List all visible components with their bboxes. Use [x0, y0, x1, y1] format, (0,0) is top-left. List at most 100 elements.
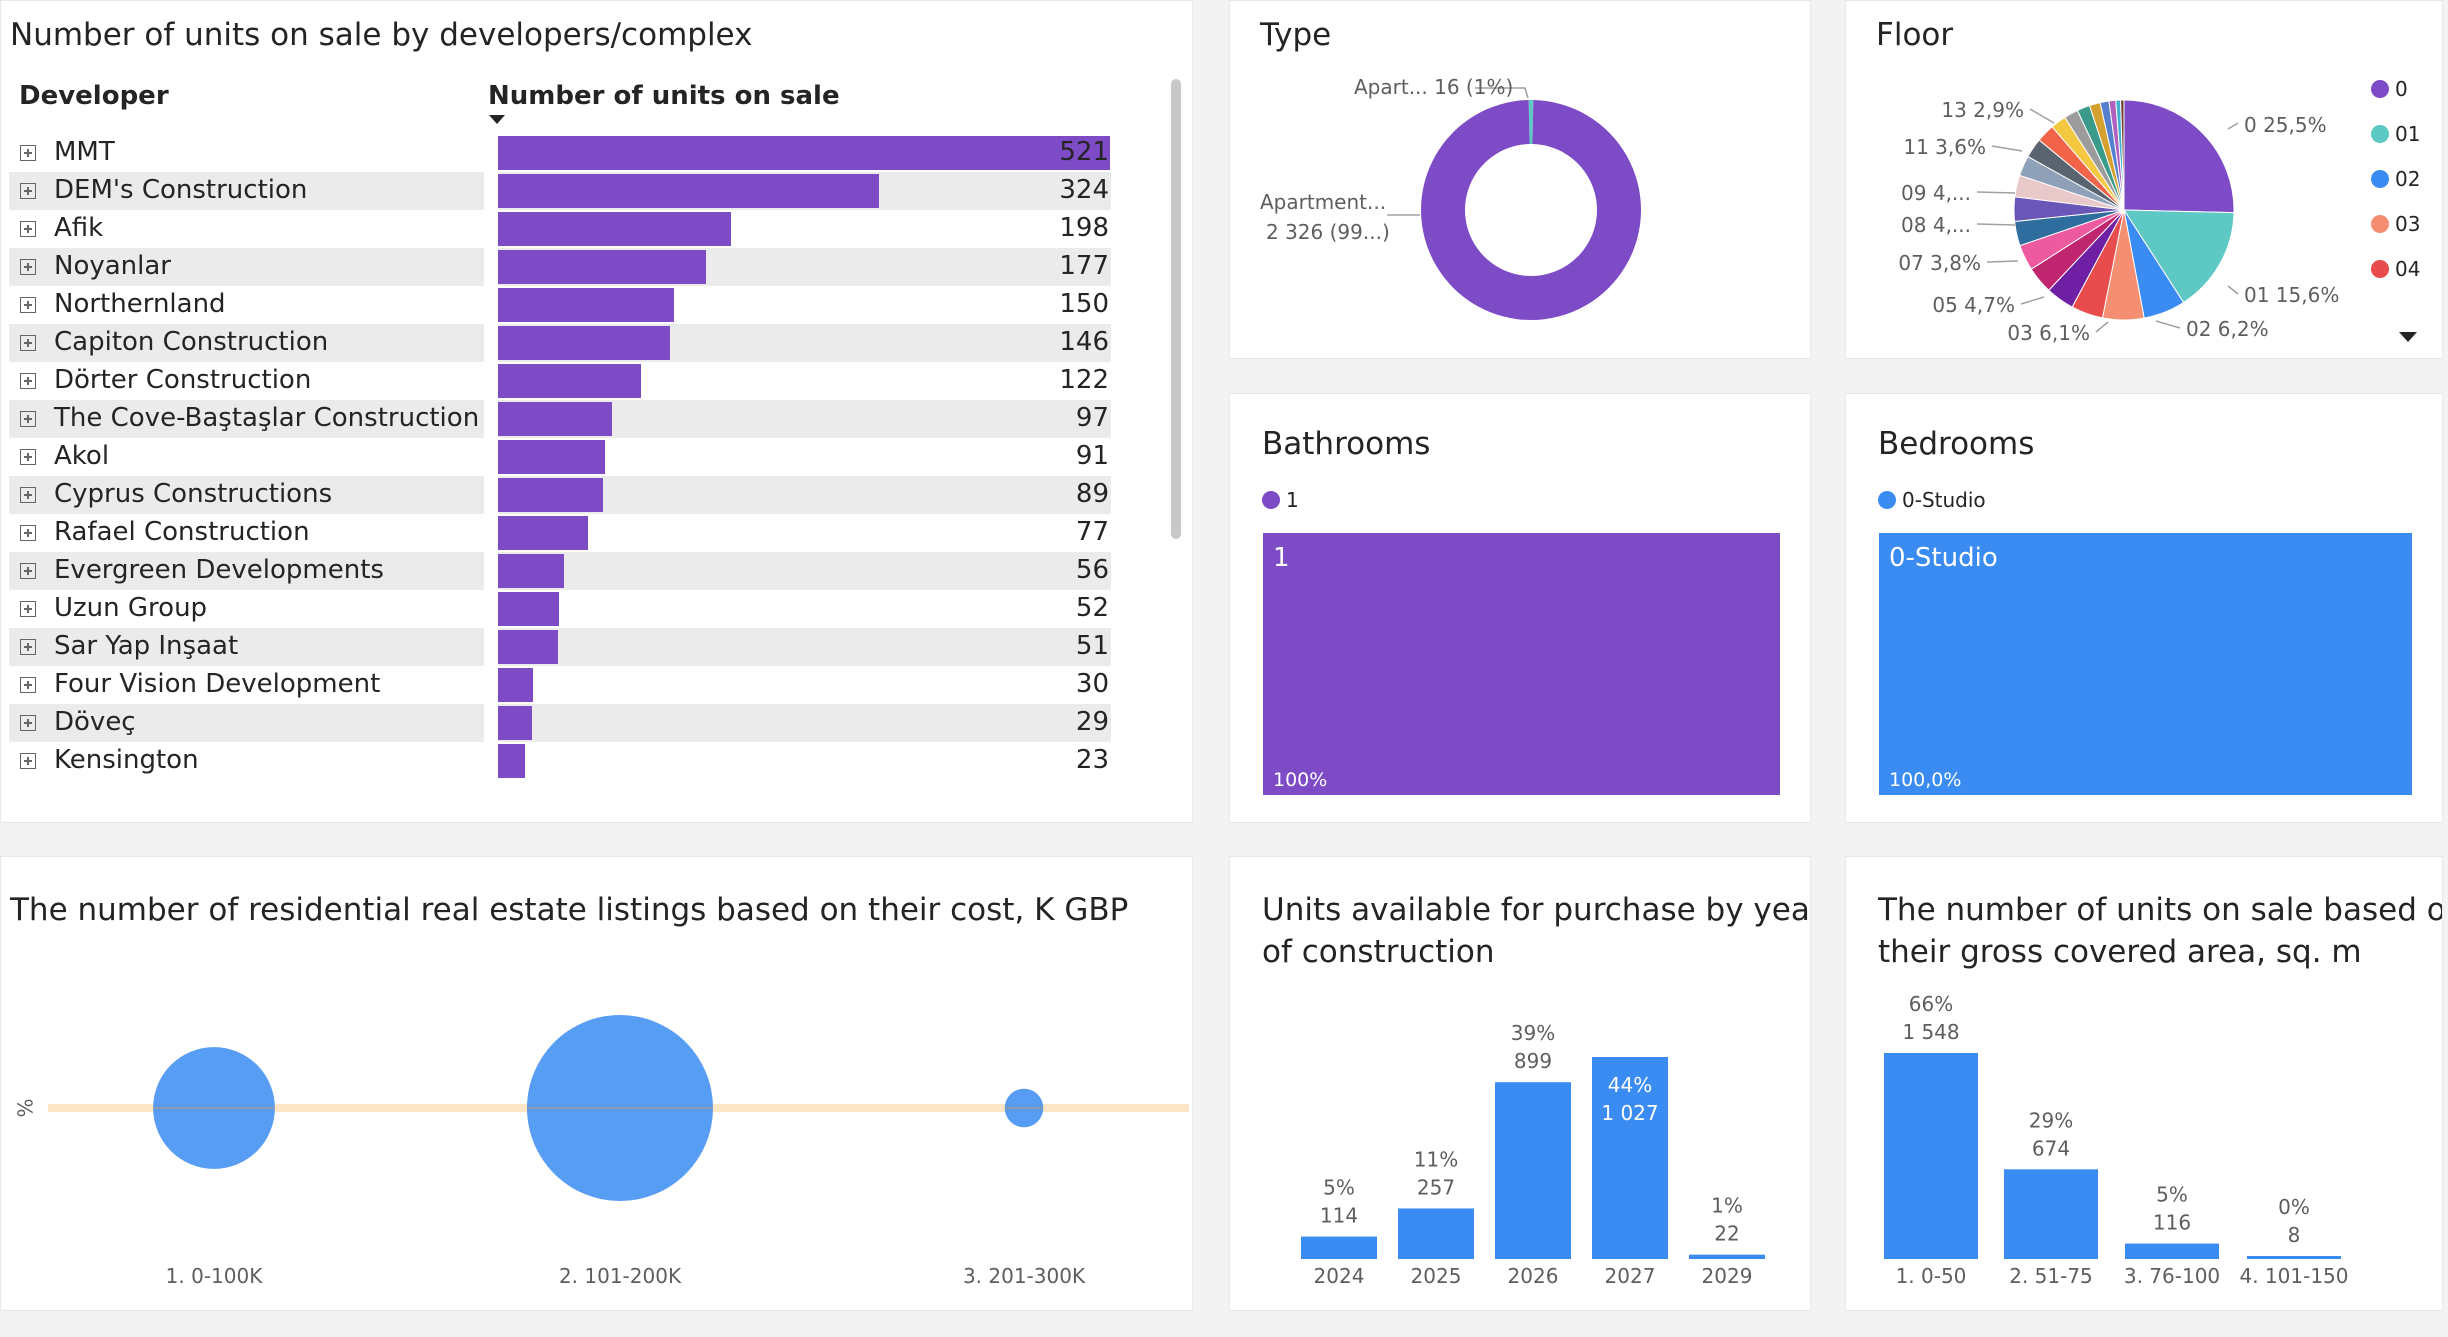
- leader-line: [1976, 223, 2016, 226]
- table-row[interactable]: Dörter Construction 122: [9, 362, 1119, 400]
- year-pct-label: 39%: [1511, 1021, 1555, 1045]
- area-pct-label: 29%: [2029, 1108, 2073, 1132]
- column-separator: [484, 476, 498, 514]
- units-bar[interactable]: [498, 212, 731, 246]
- table-row[interactable]: Northernland 150: [9, 286, 1119, 324]
- floor-pie-slice[interactable]: [2123, 99, 2235, 214]
- expand-plus-icon[interactable]: [20, 449, 36, 465]
- expand-plus-icon[interactable]: [20, 563, 36, 579]
- table-vertical-scrollbar[interactable]: [1171, 79, 1181, 539]
- expand-plus-icon[interactable]: [20, 373, 36, 389]
- units-bar[interactable]: [498, 174, 879, 208]
- table-row[interactable]: Four Vision Development 30: [9, 666, 1119, 704]
- developer-column-header[interactable]: Developer: [19, 81, 169, 111]
- floor-slice-label: 13 2,9%: [1941, 98, 2024, 122]
- area-bar[interactable]: [2125, 1243, 2219, 1259]
- units-bar[interactable]: [498, 136, 1110, 170]
- area-bar[interactable]: [2247, 1256, 2341, 1259]
- units-column-header[interactable]: Number of units on sale: [488, 81, 840, 111]
- bathrooms-legend-item[interactable]: 1: [1262, 488, 1299, 512]
- bathrooms-treemap-tile[interactable]: 1 100%: [1263, 533, 1780, 795]
- expand-plus-icon[interactable]: [20, 411, 36, 427]
- expand-plus-icon[interactable]: [20, 487, 36, 503]
- units-bar[interactable]: [498, 554, 564, 588]
- column-separator: [484, 400, 498, 438]
- units-bar[interactable]: [498, 668, 533, 702]
- area-card: The number of units on sale based on the…: [1845, 856, 2443, 1311]
- sort-descending-icon[interactable]: [489, 115, 505, 124]
- floor-slice-label: 03 6,1%: [2007, 321, 2090, 345]
- expand-plus-icon[interactable]: [20, 297, 36, 313]
- floor-slice-label: 01 15,6%: [2244, 283, 2339, 307]
- year-bar[interactable]: [1495, 1082, 1571, 1259]
- year-bar[interactable]: [1689, 1254, 1765, 1259]
- year-bar[interactable]: [1301, 1236, 1377, 1259]
- table-row[interactable]: Döveç 29: [9, 704, 1119, 742]
- expand-plus-icon[interactable]: [20, 715, 36, 731]
- floor-legend-item[interactable]: 01: [2371, 122, 2420, 146]
- area-bar[interactable]: [2004, 1169, 2098, 1259]
- leader-line: [2155, 320, 2181, 329]
- expand-plus-icon[interactable]: [20, 221, 36, 237]
- floor-legend-item[interactable]: 0: [2371, 77, 2408, 101]
- x-tick-label: 2024: [1314, 1264, 1365, 1288]
- legend-marker: [2371, 215, 2389, 233]
- units-bar[interactable]: [498, 364, 641, 398]
- caret-down-icon[interactable]: [2399, 332, 2417, 342]
- floor-slice-label: 09 4,...: [1901, 181, 1971, 205]
- units-value: 30: [1075, 669, 1109, 699]
- table-row[interactable]: Kensington 23: [9, 742, 1119, 780]
- leader-line: [2227, 285, 2239, 295]
- expand-plus-icon[interactable]: [20, 259, 36, 275]
- expand-plus-icon[interactable]: [20, 525, 36, 541]
- table-row[interactable]: Sar Yap Inşaat 51: [9, 628, 1119, 666]
- developer-name: Döveç: [54, 707, 136, 737]
- units-bar[interactable]: [498, 478, 603, 512]
- floor-slice-label: 08 4,...: [1901, 213, 1971, 237]
- table-row[interactable]: Cyprus Constructions 89: [9, 476, 1119, 514]
- units-bar[interactable]: [498, 592, 559, 626]
- table-row[interactable]: Evergreen Developments 56: [9, 552, 1119, 590]
- table-row[interactable]: Akol 91: [9, 438, 1119, 476]
- table-row[interactable]: Noyanlar 177: [9, 248, 1119, 286]
- units-bar[interactable]: [498, 630, 558, 664]
- bedrooms-legend-item[interactable]: 0-Studio: [1878, 488, 1986, 512]
- units-bar[interactable]: [498, 402, 612, 436]
- table-row[interactable]: DEM's Construction 324: [9, 172, 1119, 210]
- floor-legend-item[interactable]: 04: [2371, 257, 2420, 281]
- table-row[interactable]: MMT 521: [9, 134, 1119, 172]
- units-bar[interactable]: [498, 250, 706, 284]
- expand-plus-icon[interactable]: [20, 183, 36, 199]
- units-bar[interactable]: [498, 516, 588, 550]
- column-separator: [484, 514, 498, 552]
- expand-plus-icon[interactable]: [20, 335, 36, 351]
- expand-plus-icon[interactable]: [20, 677, 36, 693]
- expand-plus-icon[interactable]: [20, 753, 36, 769]
- units-bar[interactable]: [498, 326, 670, 360]
- units-bar[interactable]: [498, 288, 674, 322]
- units-bar[interactable]: [498, 706, 532, 740]
- floor-legend-item[interactable]: 02: [2371, 167, 2420, 191]
- year-bar[interactable]: [1398, 1208, 1474, 1259]
- table-row[interactable]: The Cove-Baştaşlar Construction 97: [9, 400, 1119, 438]
- expand-plus-icon[interactable]: [20, 639, 36, 655]
- floor-card: Floor 0 25,5% 01 15,6% 02 6,2% 03 6,1% 05 4,…: [1845, 0, 2443, 359]
- developer-name: Capiton Construction: [54, 327, 329, 357]
- units-bar[interactable]: [498, 440, 605, 474]
- table-row[interactable]: Uzun Group 52: [9, 590, 1119, 628]
- floor-legend-item[interactable]: 03: [2371, 212, 2420, 236]
- expand-plus-icon[interactable]: [20, 145, 36, 161]
- floor-slice-label: 0 25,5%: [2244, 113, 2327, 137]
- expand-plus-icon[interactable]: [20, 601, 36, 617]
- table-row[interactable]: Capiton Construction 146: [9, 324, 1119, 362]
- area-pct-label: 0%: [2278, 1195, 2310, 1219]
- leader-line: [1976, 191, 2016, 194]
- units-bar[interactable]: [498, 744, 525, 778]
- table-row[interactable]: Afik 198: [9, 210, 1119, 248]
- area-pct-label: 66%: [1909, 992, 1953, 1016]
- table-row[interactable]: Rafael Construction 77: [9, 514, 1119, 552]
- bedrooms-treemap-tile[interactable]: 0-Studio 100,0%: [1879, 533, 2412, 795]
- area-bar[interactable]: [1884, 1053, 1978, 1259]
- legend-marker: [1262, 491, 1280, 509]
- developer-name: Kensington: [54, 745, 199, 775]
